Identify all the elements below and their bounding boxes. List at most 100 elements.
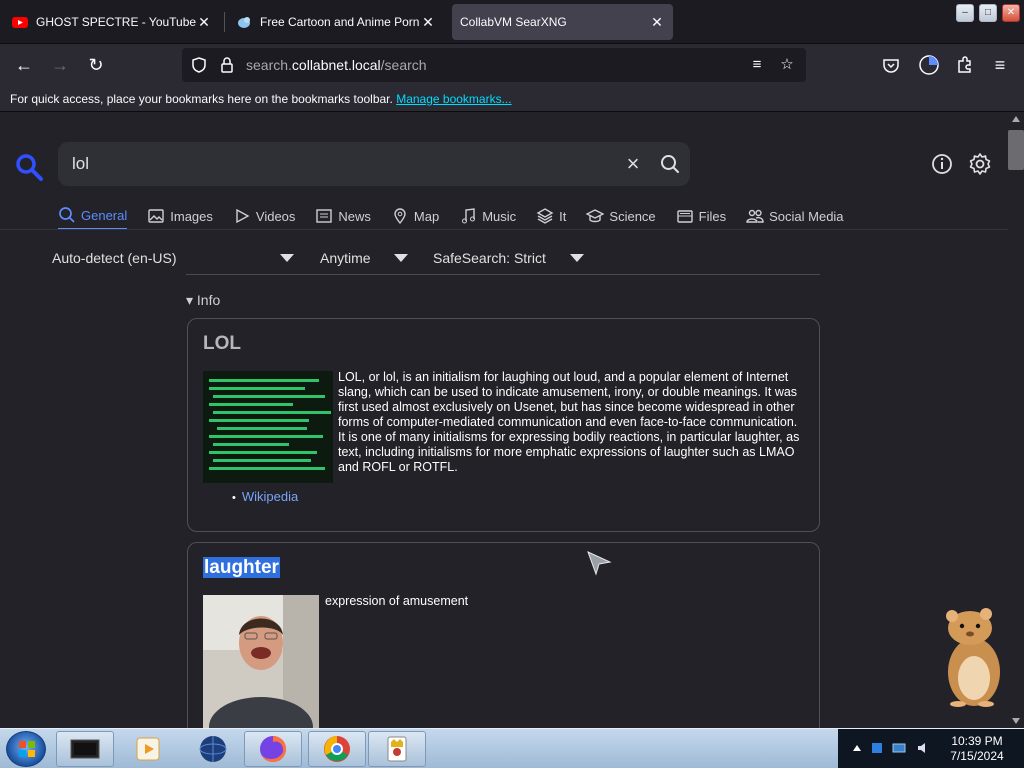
- taskbar-app-solitaire[interactable]: [368, 731, 426, 767]
- globe-icon: [199, 736, 227, 762]
- taskbar-app-firefox[interactable]: [244, 731, 302, 767]
- settings-gear-icon[interactable]: [968, 152, 992, 176]
- chrome-icon: [324, 736, 350, 762]
- tab-social-media[interactable]: Social Media: [746, 202, 844, 230]
- time-range-select[interactable]: Anytime: [320, 246, 410, 270]
- infobox-description: LOL, or lol, is an initialism for laughi…: [338, 370, 800, 474]
- tab-label: Images: [170, 208, 213, 224]
- playing-card-icon: [387, 736, 407, 762]
- reader-view-icon[interactable]: ≡: [746, 54, 768, 76]
- terminal-icon: [70, 739, 100, 759]
- infobox-image-terminal: [203, 371, 333, 483]
- search-icon: [59, 207, 75, 223]
- scrollbar-thumb[interactable]: [1008, 130, 1024, 170]
- youtube-icon: [12, 17, 28, 28]
- clear-search-icon[interactable]: ×: [616, 151, 650, 177]
- taskbar-app-media-player[interactable]: [120, 731, 178, 767]
- info-icon[interactable]: [930, 152, 954, 176]
- close-tab-icon[interactable]: ✕: [196, 14, 212, 31]
- page-scrollbar[interactable]: [1008, 112, 1024, 728]
- url-prefix: search.: [246, 57, 292, 73]
- close-tab-icon[interactable]: ✕: [649, 14, 665, 31]
- forward-button[interactable]: →: [46, 52, 74, 78]
- category-divider: [0, 229, 1008, 230]
- navigation-bar: ← → ↻ search.collabnet.local/search ≡ ☆ …: [0, 44, 1024, 86]
- info-section-toggle[interactable]: ▾ Info: [186, 292, 220, 309]
- scroll-down-icon[interactable]: [1012, 718, 1020, 724]
- maximize-window-button[interactable]: □: [979, 4, 997, 22]
- close-tab-icon[interactable]: ✕: [420, 14, 436, 31]
- tab-files[interactable]: Files: [676, 202, 726, 230]
- clock-date: 7/15/2024: [950, 749, 1004, 763]
- search-icon: [661, 155, 679, 173]
- url-bar[interactable]: search.collabnet.local/search ≡ ☆: [182, 48, 806, 82]
- windows-taskbar: 10:39 PM 7/15/2024: [0, 728, 1024, 768]
- chevron-down-icon: [280, 254, 294, 262]
- minimize-window-button[interactable]: –: [956, 4, 974, 22]
- back-button[interactable]: ←: [10, 52, 38, 78]
- tab-label: Map: [413, 208, 440, 224]
- tab-videos[interactable]: Videos: [233, 202, 296, 230]
- tab-music[interactable]: Music: [459, 202, 516, 230]
- tab-science[interactable]: Science: [586, 202, 656, 230]
- wikipedia-link[interactable]: Wikipedia: [232, 489, 298, 504]
- infobox-description: expression of amusement: [325, 594, 469, 608]
- page-info-icon[interactable]: [218, 56, 236, 74]
- extensions-icon[interactable]: [955, 55, 975, 75]
- newspaper-icon: [316, 209, 333, 223]
- filter-divider: [186, 274, 820, 275]
- shield-icon[interactable]: [190, 56, 208, 74]
- tab-images[interactable]: Images: [147, 202, 213, 230]
- system-tray: 10:39 PM 7/15/2024: [838, 729, 1024, 768]
- file-tray-icon: [676, 210, 693, 223]
- mouse-cursor-icon: [587, 551, 612, 576]
- tab-it[interactable]: It: [536, 202, 566, 230]
- pocket-icon[interactable]: [882, 56, 900, 74]
- url-text[interactable]: search.collabnet.local/search: [246, 57, 746, 73]
- search-submit-button[interactable]: [650, 152, 690, 176]
- tab-title: Free Cartoon and Anime Porn -: [260, 15, 420, 29]
- searxng-logo-icon[interactable]: [14, 152, 44, 182]
- language-value: Auto-detect (en-US): [52, 250, 177, 266]
- tab-searxng[interactable]: CollabVM SearXNG ✕: [452, 4, 673, 40]
- network-icon[interactable]: [892, 741, 906, 755]
- action-center-icon[interactable]: [870, 741, 884, 755]
- chevron-down-icon: [570, 254, 584, 262]
- tab-label: Videos: [255, 208, 296, 224]
- scroll-up-icon[interactable]: [1012, 116, 1020, 122]
- manage-bookmarks-link[interactable]: Manage bookmarks...: [396, 92, 511, 106]
- tab-label: Music: [482, 208, 517, 224]
- tab-general[interactable]: General: [58, 202, 128, 230]
- bookmarks-hint: For quick access, place your bookmarks h…: [10, 92, 393, 106]
- taskbar-app-terminal[interactable]: [56, 731, 114, 767]
- time-range-value: Anytime: [320, 250, 371, 266]
- people-icon: [746, 209, 764, 223]
- tab-label: Files: [698, 208, 727, 224]
- school-icon: [586, 209, 605, 223]
- firefox-icon: [260, 736, 286, 762]
- tab-cartoon[interactable]: Free Cartoon and Anime Porn - ✕: [228, 4, 444, 40]
- hamster-sticker-icon: [946, 608, 1000, 707]
- account-icon[interactable]: [918, 54, 940, 76]
- close-window-button[interactable]: ✕: [1002, 4, 1020, 22]
- bookmark-star-icon[interactable]: ☆: [776, 54, 798, 76]
- tab-label: News: [338, 208, 371, 224]
- show-hidden-icons-icon[interactable]: [850, 741, 864, 755]
- tab-youtube[interactable]: GHOST SPECTRE - YouTube ✕: [4, 4, 220, 40]
- selected-text: laughter: [203, 557, 280, 578]
- url-host: collabnet.local: [291, 57, 381, 73]
- taskbar-app-chrome[interactable]: [308, 731, 366, 767]
- search-input[interactable]: [58, 154, 616, 174]
- start-button[interactable]: [6, 731, 46, 767]
- volume-icon[interactable]: [916, 741, 930, 755]
- music-icon: [462, 208, 476, 224]
- tab-label: Science: [609, 208, 656, 224]
- menu-icon[interactable]: ≡: [986, 52, 1014, 78]
- taskbar-app-globe[interactable]: [184, 731, 242, 767]
- reload-button[interactable]: ↻: [82, 52, 110, 78]
- tab-news[interactable]: News: [315, 202, 371, 230]
- safesearch-select[interactable]: SafeSearch: Strict: [433, 246, 585, 270]
- tab-map[interactable]: Map: [391, 202, 439, 230]
- taskbar-clock[interactable]: 10:39 PM 7/15/2024: [940, 734, 1014, 764]
- language-select[interactable]: Auto-detect (en-US): [52, 246, 298, 270]
